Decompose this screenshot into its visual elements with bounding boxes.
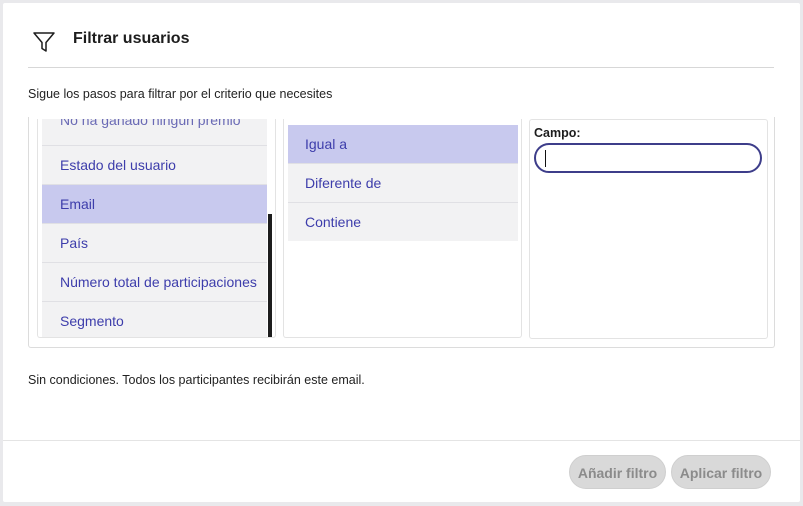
criteria-item-segment[interactable]: Segmento (42, 302, 267, 337)
value-column: Campo: (529, 119, 768, 339)
operator-column: Igual a Diferente de Contiene (283, 119, 522, 338)
criteria-item-no-prize[interactable]: No ha ganado ningún premio (42, 119, 267, 146)
criteria-list[interactable]: No ha ganado ningún premio Estado del us… (42, 119, 267, 337)
apply-filter-button[interactable]: Aplicar filtro (671, 455, 771, 489)
footer-divider (3, 440, 800, 441)
dialog-header: Filtrar usuarios (28, 21, 774, 68)
dialog-title: Filtrar usuarios (73, 30, 190, 47)
field-input[interactable] (534, 143, 762, 173)
filter-icon (33, 32, 55, 52)
criteria-column: No ha ganado ningún premio Estado del us… (37, 119, 276, 338)
operator-item-contains[interactable]: Contiene (288, 203, 518, 241)
filter-builder: No ha ganado ningún premio Estado del us… (28, 117, 775, 348)
criteria-item-total-participations[interactable]: Número total de participaciones (42, 263, 267, 302)
operator-list[interactable]: Igual a Diferente de Contiene (288, 125, 518, 241)
criteria-item-email[interactable]: Email (42, 185, 267, 224)
instructions-text: Sigue los pasos para filtrar por el crit… (28, 87, 333, 101)
text-caret (545, 150, 546, 167)
criteria-item-country[interactable]: País (42, 224, 267, 263)
criteria-item-user-status[interactable]: Estado del usuario (42, 146, 267, 185)
criteria-scrollbar[interactable] (268, 214, 272, 337)
status-text: Sin condiciones. Todos los participantes… (28, 373, 365, 387)
operator-item-equal[interactable]: Igual a (288, 125, 518, 164)
field-label: Campo: (534, 126, 581, 140)
filter-dialog: Filtrar usuarios Sigue los pasos para fi… (3, 3, 800, 502)
operator-item-different[interactable]: Diferente de (288, 164, 518, 203)
add-filter-button[interactable]: Añadir filtro (569, 455, 666, 489)
